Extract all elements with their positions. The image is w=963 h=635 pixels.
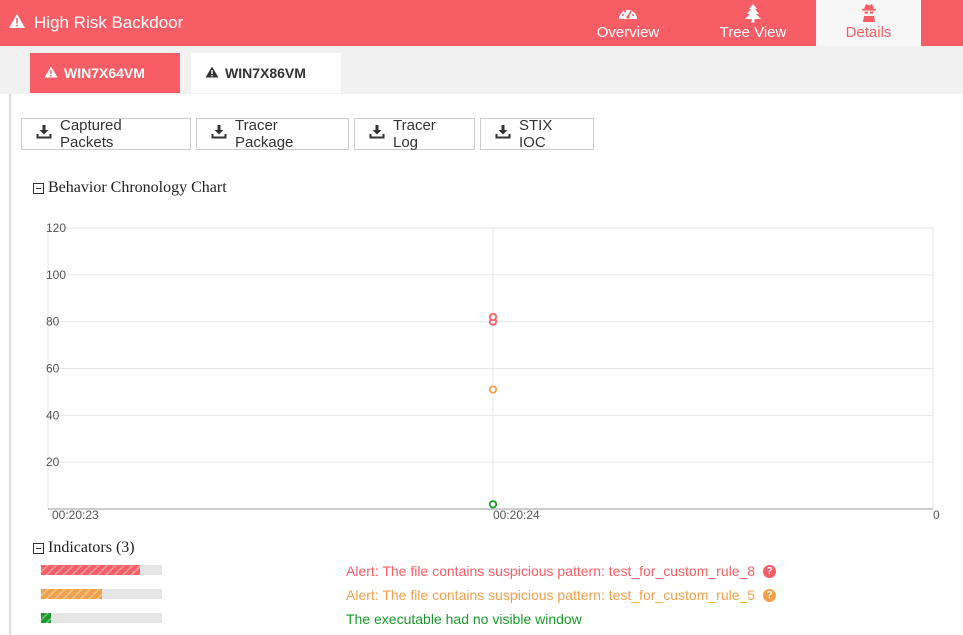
stix-ioc-button[interactable]: STIX IOC — [480, 117, 594, 151]
captured-packets-button[interactable]: Captured Packets — [21, 117, 191, 151]
tab-overview-label: Overview — [596, 24, 660, 41]
warning-icon — [8, 13, 26, 34]
download-icon — [495, 125, 511, 143]
collapse-icon[interactable] — [33, 542, 44, 554]
tracer-package-button[interactable]: Tracer Package — [196, 117, 349, 151]
chart-point — [488, 385, 498, 394]
behavior-section-header[interactable]: Behavior Chronology Chart — [33, 179, 227, 197]
indicator-item: Alert: The file contains suspicious patt… — [346, 563, 777, 579]
tracer-log-label: Tracer Log — [393, 117, 436, 151]
tracer-package-label: Tracer Package — [235, 117, 294, 151]
vm-tab-win7x86vm[interactable]: WIN7X86VM — [191, 53, 341, 93]
x-tick-label: 00:20:23 — [52, 508, 99, 522]
tab-details-label: Details — [845, 24, 892, 41]
warning-icon — [44, 65, 58, 81]
help-icon[interactable]: ? — [763, 564, 777, 578]
dashboard-icon — [618, 2, 638, 24]
severity-bar-fill — [41, 589, 102, 599]
download-icon — [369, 125, 385, 143]
vm-tab-label: WIN7X86VM — [225, 65, 306, 81]
severity-bar — [41, 589, 162, 599]
app-title: High Risk Backdoor — [8, 0, 183, 46]
indicator-item: Alert: The file contains suspicious patt… — [346, 587, 777, 603]
severity-bar-fill — [41, 613, 51, 623]
tracer-log-button[interactable]: Tracer Log — [354, 117, 475, 151]
vm-tab-win7x64vm[interactable]: WIN7X64VM — [30, 53, 180, 93]
download-toolbar: Captured Packets Tracer Package Tracer L… — [21, 117, 594, 151]
severity-bar — [41, 565, 162, 575]
chart-point — [488, 312, 498, 322]
vm-tab-label: WIN7X64VM — [64, 65, 145, 81]
indicator-text: Alert: The file contains suspicious patt… — [346, 587, 756, 603]
top-bar: High Risk Backdoor Overview Tree View De… — [0, 0, 963, 46]
app-title-text: High Risk Backdoor — [34, 13, 184, 32]
help-icon[interactable]: ? — [763, 588, 777, 602]
tab-details[interactable]: Details — [816, 0, 921, 46]
y-tick-label: 100 — [46, 268, 66, 282]
indicator-text: The executable had no visible window — [346, 611, 582, 627]
severity-bar-fill — [41, 565, 141, 575]
behavior-section-title: Behavior Chronology Chart — [48, 179, 227, 196]
tab-tree-view[interactable]: Tree View — [708, 0, 798, 46]
x-tick-label: 0 — [933, 508, 940, 522]
indicators-title: Indicators (3) — [48, 539, 135, 556]
stix-ioc-label: STIX IOC — [519, 117, 553, 151]
download-icon — [36, 125, 52, 143]
y-tick-label: 80 — [46, 315, 60, 329]
collapse-icon[interactable] — [33, 182, 44, 194]
chart-point — [488, 500, 498, 509]
tab-overview[interactable]: Overview — [586, 0, 670, 46]
severity-bar — [41, 613, 162, 623]
x-tick-label: 00:20:24 — [493, 508, 540, 522]
warning-icon — [205, 65, 219, 81]
indicators-section-header[interactable]: Indicators (3) — [33, 539, 135, 557]
y-tick-label: 20 — [46, 455, 60, 469]
captured-packets-label: Captured Packets — [60, 117, 122, 151]
spy-icon — [861, 2, 877, 24]
tab-tree-view-label: Tree View — [719, 24, 787, 41]
tree-icon — [744, 2, 762, 24]
download-icon — [211, 125, 227, 143]
y-tick-label: 40 — [46, 408, 60, 422]
behavior-chart: 120 100 80 60 40 20 00:20:23 00:20:24 0 — [46, 221, 940, 522]
indicator-text: Alert: The file contains suspicious patt… — [346, 563, 756, 579]
vm-tab-bar: WIN7X64VM WIN7X86VM — [0, 46, 963, 94]
y-tick-label: 60 — [46, 362, 60, 376]
y-tick-label: 120 — [46, 221, 66, 235]
indicator-item: The executable had no visible window — [346, 611, 582, 627]
